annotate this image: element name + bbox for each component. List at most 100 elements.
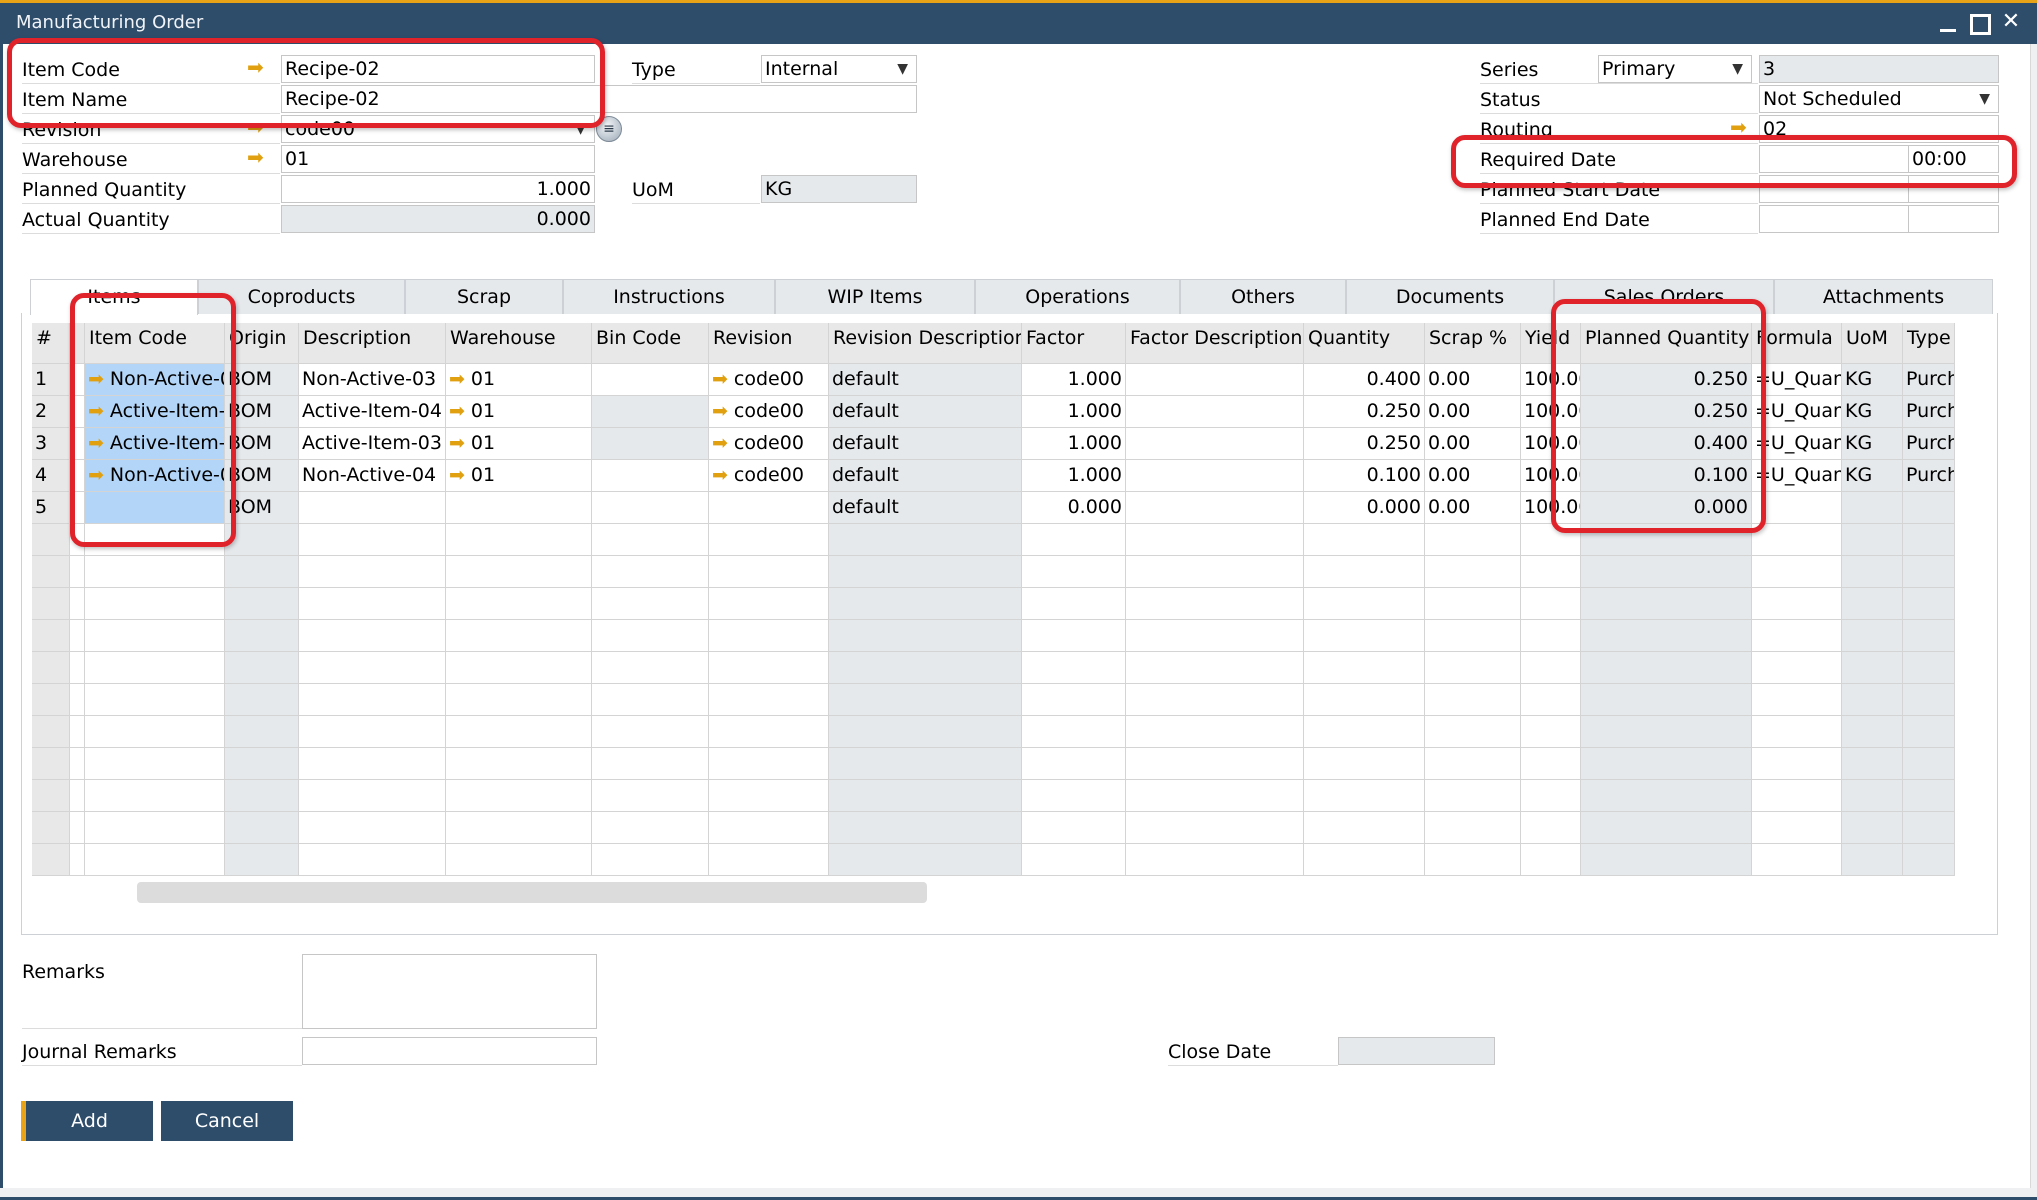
tab-items[interactable]: Items: [30, 279, 198, 315]
description-cell[interactable]: [299, 812, 446, 844]
uom-cell[interactable]: [1842, 524, 1903, 556]
revision-cell[interactable]: [709, 748, 829, 780]
warehouse-cell[interactable]: ➡ 01: [446, 364, 592, 396]
item-code-cell[interactable]: [85, 684, 225, 716]
quantity-cell[interactable]: [1304, 716, 1425, 748]
description-cell[interactable]: [299, 844, 446, 876]
type-cell[interactable]: [1903, 588, 1955, 620]
warehouse-cell[interactable]: [446, 780, 592, 812]
column-header-planned-quantity[interactable]: Planned Quantity: [1581, 323, 1752, 364]
factor-description-cell[interactable]: [1126, 652, 1304, 684]
item-name-input[interactable]: Recipe-02: [281, 85, 917, 113]
routing-link-arrow-icon[interactable]: ➡: [1730, 114, 1747, 140]
type-cell[interactable]: [1903, 716, 1955, 748]
factor-cell[interactable]: 1.000: [1022, 460, 1126, 492]
link-arrow-icon[interactable]: ➡: [88, 400, 104, 422]
yield-cell[interactable]: [1521, 844, 1581, 876]
scrap-cell[interactable]: 0.00: [1425, 364, 1521, 396]
warehouse-cell[interactable]: ➡ 01: [446, 428, 592, 460]
planned-quantity-cell[interactable]: 0.100: [1581, 460, 1752, 492]
formula-cell[interactable]: =U_Quantity: [1752, 364, 1842, 396]
link-arrow-icon[interactable]: ➡: [449, 432, 465, 454]
description-cell[interactable]: [299, 716, 446, 748]
revision-description-cell[interactable]: [829, 588, 1022, 620]
origin-cell[interactable]: [225, 844, 299, 876]
column-header-bin-code[interactable]: Bin Code: [592, 323, 709, 364]
bin-code-cell[interactable]: [592, 524, 709, 556]
factor-cell[interactable]: [1022, 620, 1126, 652]
row-selector[interactable]: [70, 556, 85, 588]
bin-code-cell[interactable]: [592, 812, 709, 844]
scrap-cell[interactable]: 0.00: [1425, 396, 1521, 428]
bin-code-cell[interactable]: [592, 396, 709, 428]
row-selector[interactable]: [70, 716, 85, 748]
scrap-cell[interactable]: [1425, 588, 1521, 620]
planned-quantity-cell[interactable]: 0.400: [1581, 428, 1752, 460]
quantity-cell[interactable]: [1304, 652, 1425, 684]
planned-start-time-input[interactable]: [1908, 175, 1999, 203]
yield-cell[interactable]: [1521, 556, 1581, 588]
description-cell[interactable]: Active-Item-04: [299, 396, 446, 428]
factor-cell[interactable]: 1.000: [1022, 396, 1126, 428]
scrap-cell[interactable]: [1425, 652, 1521, 684]
factor-cell[interactable]: [1022, 716, 1126, 748]
quantity-cell[interactable]: [1304, 588, 1425, 620]
origin-cell[interactable]: [225, 588, 299, 620]
row-selector[interactable]: [70, 460, 85, 492]
link-arrow-icon[interactable]: ➡: [88, 432, 104, 454]
factor-cell[interactable]: [1022, 812, 1126, 844]
factor-cell[interactable]: [1022, 652, 1126, 684]
warehouse-cell[interactable]: [446, 652, 592, 684]
uom-cell[interactable]: KG: [1842, 396, 1903, 428]
uom-cell[interactable]: KG: [1842, 364, 1903, 396]
minimize-icon[interactable]: [1932, 7, 1962, 37]
tab-sales-orders[interactable]: Sales Orders: [1554, 279, 1774, 314]
link-arrow-icon[interactable]: ➡: [712, 432, 728, 454]
uom-cell[interactable]: [1842, 844, 1903, 876]
origin-cell[interactable]: [225, 524, 299, 556]
yield-cell[interactable]: [1521, 684, 1581, 716]
description-cell[interactable]: [299, 492, 446, 524]
planned-quantity-input[interactable]: 1.000: [281, 175, 595, 203]
warehouse-cell[interactable]: [446, 524, 592, 556]
planned-quantity-cell[interactable]: [1581, 620, 1752, 652]
bin-code-cell[interactable]: [592, 460, 709, 492]
revision-cell[interactable]: [709, 492, 829, 524]
formula-cell[interactable]: [1752, 524, 1842, 556]
quantity-cell[interactable]: [1304, 748, 1425, 780]
tab-attachments[interactable]: Attachments: [1774, 279, 1993, 314]
uom-cell[interactable]: [1842, 684, 1903, 716]
link-arrow-icon[interactable]: ➡: [712, 464, 728, 486]
planned-end-time-input[interactable]: [1908, 205, 1999, 233]
yield-cell[interactable]: 100.00: [1521, 428, 1581, 460]
remarks-textarea[interactable]: [302, 954, 597, 1029]
yield-cell[interactable]: 100.00: [1521, 492, 1581, 524]
bin-code-cell[interactable]: [592, 588, 709, 620]
description-cell[interactable]: [299, 780, 446, 812]
description-cell[interactable]: [299, 620, 446, 652]
formula-cell[interactable]: [1752, 684, 1842, 716]
origin-cell[interactable]: BOM: [225, 396, 299, 428]
revision-cell[interactable]: [709, 716, 829, 748]
link-arrow-icon[interactable]: ➡: [712, 400, 728, 422]
type-cell[interactable]: [1903, 780, 1955, 812]
warehouse-cell[interactable]: [446, 748, 592, 780]
yield-cell[interactable]: 100.00: [1521, 460, 1581, 492]
warehouse-cell[interactable]: ➡ 01: [446, 460, 592, 492]
warehouse-cell[interactable]: [446, 812, 592, 844]
planned-quantity-cell[interactable]: [1581, 748, 1752, 780]
uom-cell[interactable]: KG: [1842, 428, 1903, 460]
column-header-description[interactable]: Description: [299, 323, 446, 364]
item-code-cell[interactable]: ➡Non-Active-03: [85, 364, 225, 396]
tab-others[interactable]: Others: [1180, 279, 1346, 314]
revision-cell[interactable]: [709, 812, 829, 844]
revision-description-cell[interactable]: default: [829, 396, 1022, 428]
planned-end-date-input[interactable]: [1759, 205, 1909, 233]
item-code-link-arrow-icon[interactable]: ➡: [247, 54, 264, 80]
origin-cell[interactable]: [225, 620, 299, 652]
formula-cell[interactable]: [1752, 620, 1842, 652]
column-header-factor-description[interactable]: Factor Description: [1126, 323, 1304, 364]
factor-description-cell[interactable]: [1126, 364, 1304, 396]
row-selector[interactable]: [70, 652, 85, 684]
revision-cell[interactable]: [709, 556, 829, 588]
